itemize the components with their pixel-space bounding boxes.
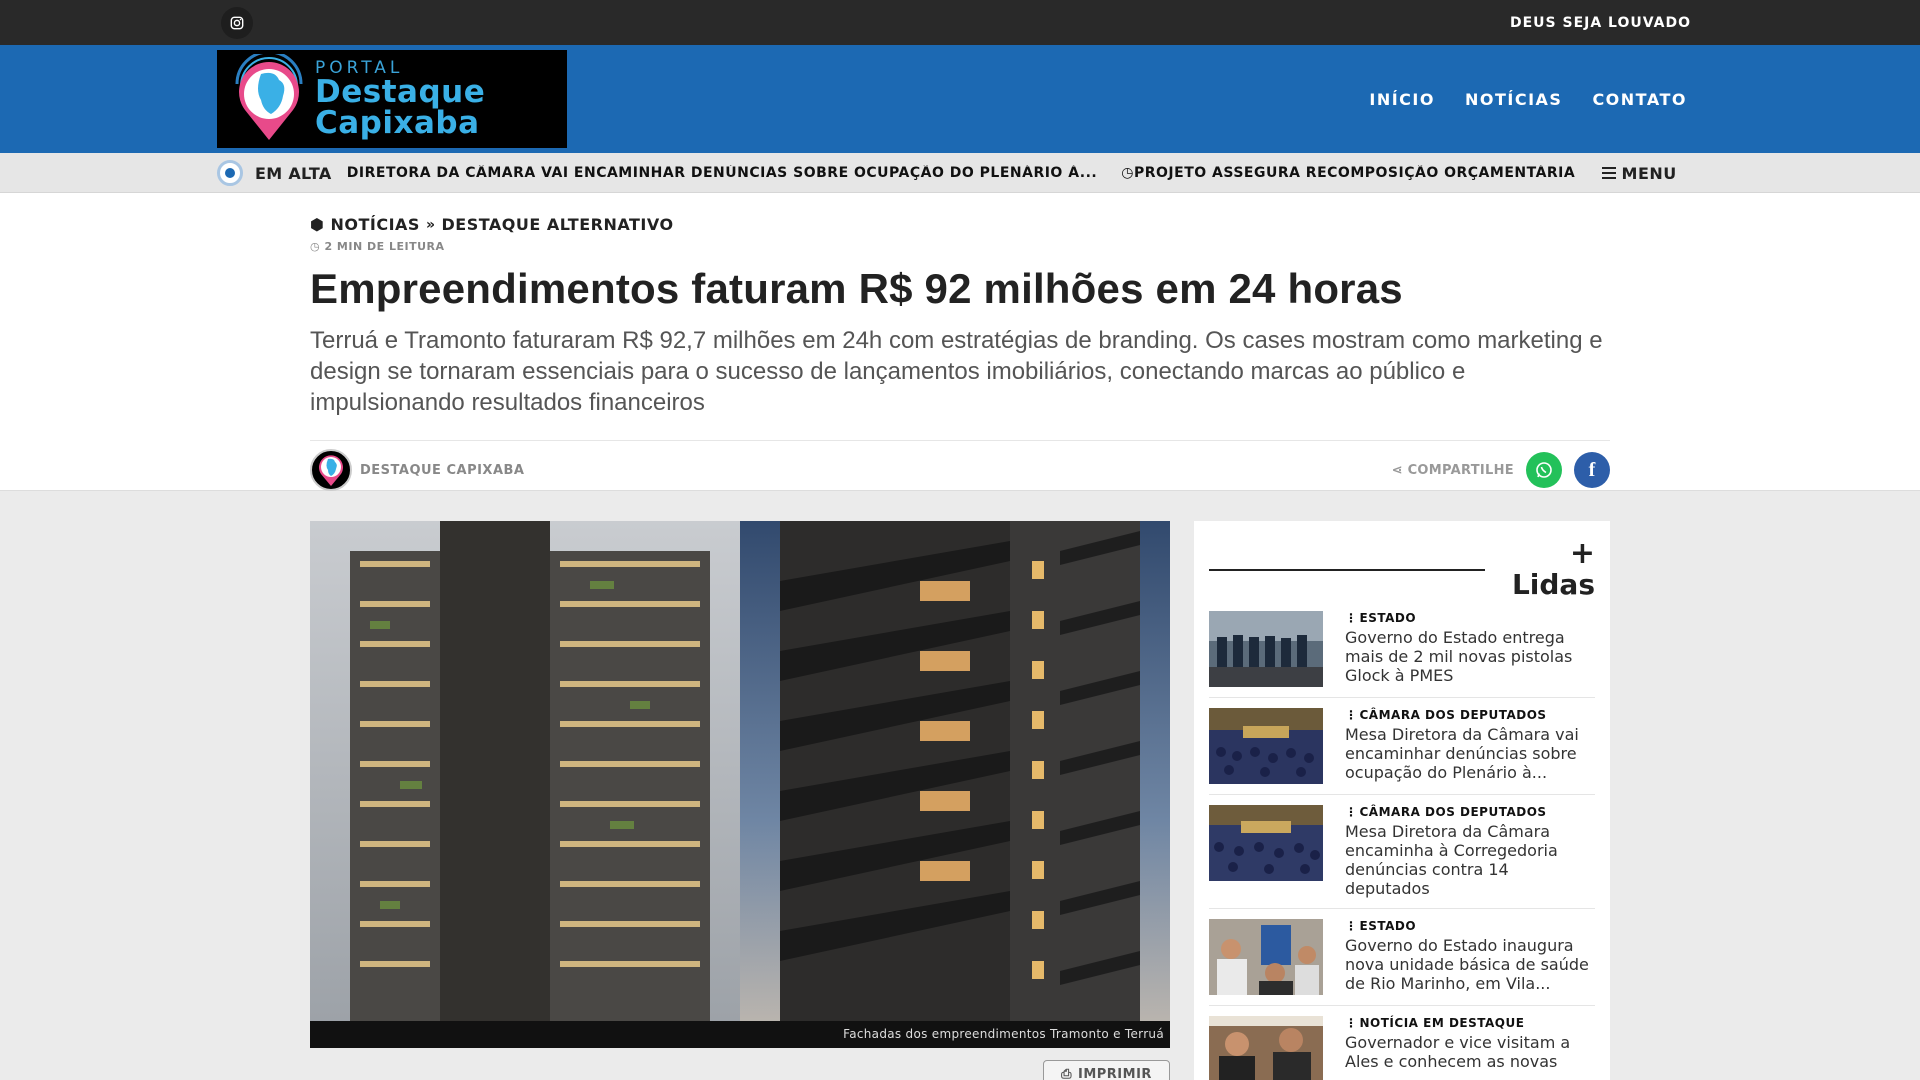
list-item[interactable]: CÂMARA DOS DEPUTADOS Mesa Diretora da Câ… bbox=[1209, 795, 1595, 909]
list-item[interactable]: NOTÍCIA EM DESTAQUE Governador e vice vi… bbox=[1209, 1006, 1595, 1080]
cube-icon: ⬢ bbox=[310, 215, 325, 234]
item-title[interactable]: Mesa Diretora da Câmara encaminha à Corr… bbox=[1345, 822, 1595, 898]
item-title[interactable]: Governo do Estado inaugura nova unidade … bbox=[1345, 936, 1595, 993]
breadcrumb-destaque-alternativo[interactable]: DESTAQUE ALTERNATIVO bbox=[441, 215, 673, 234]
site-header: PORTAL Destaque Capixaba INÍCIO NOTÍCIAS… bbox=[0, 45, 1920, 153]
list-item[interactable]: ESTADO Governo do Estado inaugura nova u… bbox=[1209, 909, 1595, 1006]
main-nav: INÍCIO NOTÍCIAS CONTATO bbox=[1369, 90, 1687, 109]
list-item[interactable]: ESTADO Governo do Estado entrega mais de… bbox=[1209, 601, 1595, 698]
nav-contato[interactable]: CONTATO bbox=[1592, 90, 1687, 109]
breadcrumb-separator-icon: » bbox=[425, 216, 436, 233]
sidebar-title: + Lidas bbox=[1512, 537, 1595, 601]
read-time-text: 2 MIN DE LEITURA bbox=[324, 240, 445, 253]
thumbnail bbox=[1209, 1015, 1323, 1080]
share-label-text: COMPARTILHE bbox=[1407, 462, 1514, 478]
most-read-sidebar: + Lidas ESTADO Governo do Estado entrega… bbox=[1194, 521, 1610, 1080]
trending-dot-icon bbox=[217, 160, 243, 186]
item-title[interactable]: Governador e vice visitam a Ales e conhe… bbox=[1345, 1033, 1595, 1071]
clock-icon: ◷ bbox=[1121, 165, 1134, 181]
share-icon: ⋖ bbox=[1391, 462, 1408, 478]
trending-bar: EM ALTA SA DIRETORA DA CÂMARA VAI ENCAMI… bbox=[0, 153, 1920, 193]
item-category[interactable]: NOTÍCIA EM DESTAQUE bbox=[1345, 1016, 1595, 1030]
item-category[interactable]: CÂMARA DOS DEPUTADOS bbox=[1345, 805, 1595, 819]
article-content: Fachadas dos empreendimentos Tramonto e … bbox=[310, 521, 1610, 1080]
trending-label: EM ALTA bbox=[255, 163, 332, 183]
ticker-item[interactable]: ◷ PROJETO ASSEGURA RECOMPOSIÇÃO ORÇAMENT… bbox=[1121, 165, 1575, 181]
top-bar: DEUS SEJA LOUVADO bbox=[0, 0, 1920, 45]
top-slogan: DEUS SEJA LOUVADO bbox=[1509, 14, 1691, 31]
thumbnail bbox=[1209, 918, 1323, 995]
ticker-item[interactable]: SA DIRETORA DA CÂMARA VAI ENCAMINHAR DEN… bbox=[348, 165, 1098, 181]
facebook-icon: f bbox=[1588, 458, 1596, 481]
thumbnail bbox=[1209, 707, 1323, 784]
item-category[interactable]: ESTADO bbox=[1345, 611, 1595, 625]
sidebar-title-text: Lidas bbox=[1511, 568, 1595, 601]
share-bar: ⋖ COMPARTILHE f bbox=[1392, 452, 1610, 488]
item-title[interactable]: Governo do Estado entrega mais de 2 mil … bbox=[1345, 628, 1595, 685]
nav-noticias[interactable]: NOTÍCIAS bbox=[1465, 90, 1562, 109]
list-item[interactable]: CÂMARA DOS DEPUTADOS Mesa Diretora da Câ… bbox=[1209, 698, 1595, 795]
buildings-image bbox=[310, 521, 1170, 1021]
read-time: ◷ 2 MIN DE LEITURA bbox=[310, 240, 1610, 253]
site-logo[interactable]: PORTAL Destaque Capixaba bbox=[217, 50, 567, 148]
whatsapp-icon bbox=[1536, 462, 1552, 478]
author[interactable]: DESTAQUE CAPIXABA bbox=[310, 449, 525, 491]
breadcrumb: ⬢ NOTÍCIAS » DESTAQUE ALTERNATIVO bbox=[310, 215, 1610, 234]
breadcrumb-noticias[interactable]: NOTÍCIAS bbox=[330, 215, 419, 234]
share-label: ⋖ COMPARTILHE bbox=[1392, 463, 1514, 478]
item-category[interactable]: ESTADO bbox=[1345, 919, 1595, 933]
logo-pin-icon bbox=[235, 54, 303, 140]
article-title: Empreendimentos faturam R$ 92 milhões em… bbox=[310, 265, 1403, 312]
logo-destaque-text: Destaque bbox=[315, 73, 486, 110]
nav-inicio[interactable]: INÍCIO bbox=[1369, 90, 1435, 109]
article-main: Fachadas dos empreendimentos Tramonto e … bbox=[310, 521, 1170, 1080]
hamburger-icon bbox=[1601, 167, 1616, 179]
thumbnail bbox=[1209, 804, 1323, 881]
print-button[interactable]: ⎙ IMPRIMIR bbox=[1043, 1060, 1170, 1080]
sidebar-divider bbox=[1209, 568, 1485, 571]
avatar bbox=[310, 449, 352, 491]
printer-icon: ⎙ bbox=[1061, 1066, 1072, 1080]
print-label: IMPRIMIR bbox=[1077, 1066, 1152, 1080]
article-image[interactable]: Fachadas dos empreendimentos Tramonto e … bbox=[310, 521, 1170, 1048]
ticker-item-text: PROJETO ASSEGURA RECOMPOSIÇÃO ORÇAMENTÁR… bbox=[1133, 165, 1576, 181]
instagram-icon[interactable] bbox=[221, 6, 253, 39]
clock-icon: ◷ bbox=[310, 240, 325, 253]
author-name: DESTAQUE CAPIXABA bbox=[360, 462, 525, 478]
trending-ticker: SA DIRETORA DA CÂMARA VAI ENCAMINHAR DEN… bbox=[348, 165, 1576, 181]
thumbnail bbox=[1209, 610, 1323, 687]
item-title[interactable]: Mesa Diretora da Câmara vai encaminhar d… bbox=[1345, 725, 1595, 782]
image-caption: Fachadas dos empreendimentos Tramonto e … bbox=[310, 1021, 1170, 1048]
article-meta: DESTAQUE CAPIXABA ⋖ COMPARTILHE f bbox=[310, 440, 1610, 491]
article-lead: Terruá e Tramonto faturaram R$ 92,7 milh… bbox=[310, 327, 1603, 416]
menu-button[interactable]: MENU bbox=[1601, 163, 1677, 183]
logo-capixaba-text: Capixaba bbox=[315, 104, 480, 141]
facebook-share-button[interactable]: f bbox=[1574, 452, 1610, 488]
sidebar-header: + Lidas bbox=[1209, 537, 1595, 601]
article-header: ⬢ NOTÍCIAS » DESTAQUE ALTERNATIVO ◷ 2 MI… bbox=[0, 193, 1920, 491]
item-category[interactable]: CÂMARA DOS DEPUTADOS bbox=[1345, 708, 1595, 722]
whatsapp-share-button[interactable] bbox=[1526, 452, 1562, 488]
menu-label: MENU bbox=[1621, 163, 1677, 183]
sidebar-title-plus: + bbox=[1569, 536, 1595, 571]
